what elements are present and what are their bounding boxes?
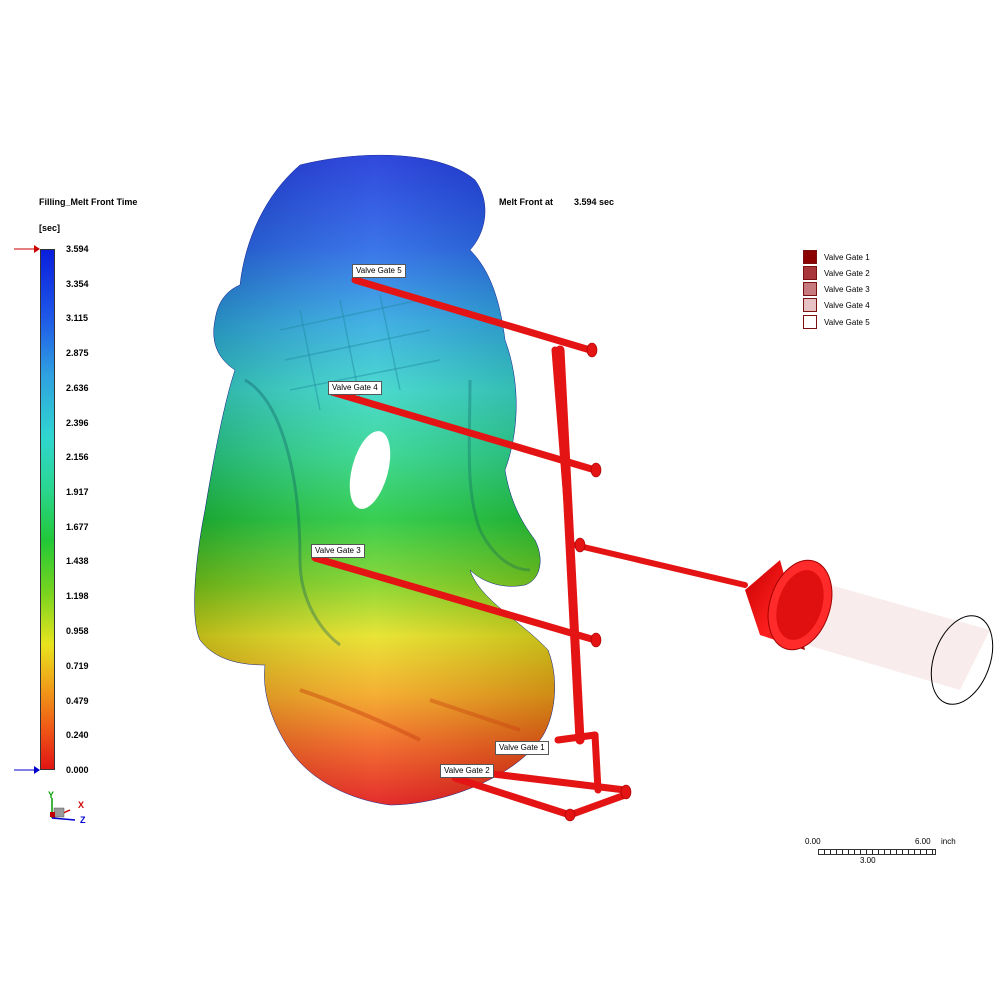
scale-unit: inch [941, 837, 956, 846]
legend-swatch [803, 282, 817, 296]
seat-part [194, 154, 555, 806]
sprue-cone [745, 559, 994, 705]
scale-mid: 3.00 [860, 856, 876, 865]
legend-swatch [803, 315, 817, 329]
legend-swatch [803, 250, 817, 264]
legend-item-gate-1[interactable]: Valve Gate 1 [803, 250, 870, 264]
legend-label: Valve Gate 4 [824, 300, 870, 310]
gate-label-4[interactable]: Valve Gate 4 [328, 381, 382, 395]
scale-end: 6.00 [915, 837, 931, 846]
gate-label-1[interactable]: Valve Gate 1 [495, 741, 549, 755]
axis-x-label: X [78, 800, 85, 810]
scale-start: 0.00 [805, 837, 821, 846]
legend-label: Valve Gate 1 [824, 252, 870, 262]
legend-label: Valve Gate 3 [824, 284, 870, 294]
legend-item-gate-3[interactable]: Valve Gate 3 [803, 282, 870, 296]
axis-y-label: Y [48, 790, 55, 800]
scale-ruler [818, 849, 936, 855]
gate-label-5[interactable]: Valve Gate 5 [352, 264, 406, 278]
gate-label-3[interactable]: Valve Gate 3 [311, 544, 365, 558]
legend-item-gate-5[interactable]: Valve Gate 5 [803, 315, 870, 329]
legend-label: Valve Gate 2 [824, 268, 870, 278]
gate-label-2[interactable]: Valve Gate 2 [440, 764, 494, 778]
legend-item-gate-4[interactable]: Valve Gate 4 [803, 298, 870, 312]
legend-label: Valve Gate 5 [824, 317, 870, 327]
axis-z-label: Z [80, 815, 86, 825]
legend-item-gate-2[interactable]: Valve Gate 2 [803, 266, 870, 280]
legend-swatch [803, 298, 817, 312]
legend-swatch [803, 266, 817, 280]
